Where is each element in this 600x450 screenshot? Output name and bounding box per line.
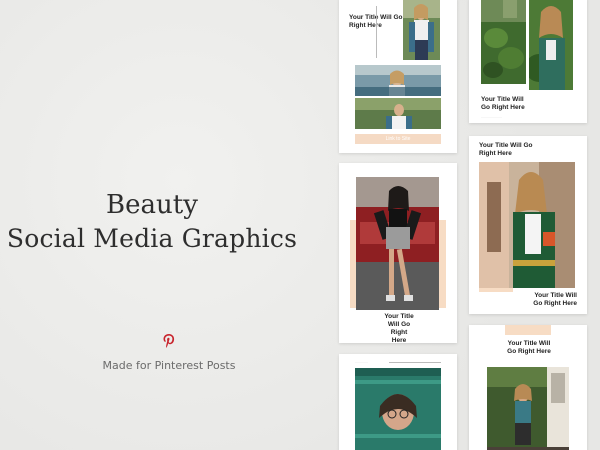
photo-portrait [355, 368, 441, 450]
card-title: Your Title Will Go Right Here [481, 96, 525, 111]
template-card-4[interactable]: Your Title Will Go Right Here Your Title… [469, 136, 587, 314]
photo-main [356, 177, 439, 310]
template-card-1[interactable]: Your Title Will Go Right Here Link to Si… [339, 0, 457, 153]
accent-block [505, 325, 551, 335]
card-title: Your Title Will Go Right Here [507, 340, 551, 355]
template-card-5[interactable]: ············· [339, 354, 457, 450]
photo-main [479, 162, 575, 288]
link-to-site-button[interactable]: Link to Site [355, 134, 441, 144]
template-card-6[interactable]: Your Title Will Go Right Here [469, 325, 587, 450]
template-card-3[interactable]: Your Title Will Go Right Here [339, 163, 457, 343]
hero-title-line2: Social Media Graphics [6, 224, 298, 253]
photo-portrait [529, 0, 573, 90]
template-card-2[interactable]: Your Title Will Go Right Here ··········… [469, 0, 587, 123]
hero-title: Beauty Social Media Graphics [0, 188, 304, 256]
url-text: ····················· [481, 115, 502, 119]
photo-portrait [403, 0, 440, 60]
photo-main [487, 367, 569, 450]
photo-wide [355, 65, 441, 96]
pinterest-icon [163, 334, 175, 348]
photo-leaves [481, 0, 526, 84]
divider [376, 6, 377, 58]
subtitle: Made for Pinterest Posts [102, 359, 236, 372]
hero-title-line1: Beauty [106, 190, 198, 220]
card-title-secondary: Your Title Will Go Right Here [533, 292, 577, 307]
photo-wide [355, 98, 441, 129]
divider [389, 362, 441, 363]
header-text: ············· [355, 360, 368, 364]
card-title: Your Title Will Go Right Here [384, 313, 414, 343]
card-title: Your Title Will Go Right Here [349, 14, 403, 29]
card-title: Your Title Will Go Right Here [479, 142, 533, 157]
